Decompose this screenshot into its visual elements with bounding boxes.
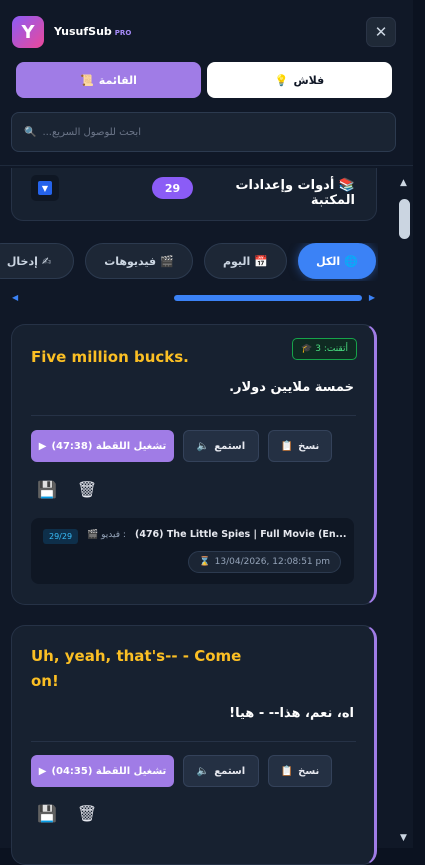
chevron-down-icon: ▼ (38, 181, 52, 195)
save-icon[interactable]: 💾 (35, 801, 59, 825)
library-tools-title: 📚 أدوات وإعدادات المكتبة (200, 178, 355, 208)
search-bar: 🔍 (11, 112, 396, 152)
close-icon: ✕ (374, 23, 388, 41)
tab-list[interactable]: 📜 القائمة (16, 62, 201, 98)
app-logo: Y (12, 16, 44, 48)
filter-videos[interactable]: فيديوهات 🎬 (85, 243, 193, 279)
play-clip-button[interactable]: ▶ تشغيل اللقطة (47:38) (31, 430, 174, 462)
source-type: 🎬 فيديو : (87, 530, 126, 540)
items-count-badge: 29 (152, 177, 193, 199)
scroll-icon: 📜 (80, 73, 94, 87)
pro-label: PRO (114, 29, 132, 37)
filters-scroll-thumb[interactable] (174, 295, 362, 301)
filter-videos-label: فيديوهات (104, 254, 157, 268)
speaker-icon: 🔈 (196, 765, 210, 777)
search-icon: 🔍 (24, 126, 37, 138)
trash-icon[interactable]: 🗑 (75, 477, 99, 501)
app-name: YusufSub PRO (54, 25, 132, 38)
copy-label: نسخ (298, 440, 320, 452)
filter-chips: الكل 🌐 اليوم 📅 فيديوهات 🎬 إدخال ✍ (0, 243, 378, 281)
tab-flash[interactable]: 💡 فلاش (207, 62, 392, 98)
calendar-icon: 📅 (254, 254, 269, 268)
listen-button[interactable]: 🔈 استمع (183, 755, 259, 787)
save-icon[interactable]: 💾 (35, 477, 59, 501)
trash-icon[interactable]: 🗑 (75, 801, 99, 825)
lightbulb-icon: 💡 (274, 73, 289, 87)
tools-dropdown-button[interactable]: ▼ (31, 175, 59, 201)
hourglass-icon: ⌛ (199, 557, 211, 567)
graduation-cap-icon: 🎓 (301, 344, 313, 354)
card-divider (31, 415, 356, 416)
tab-flash-label: فلاش (293, 73, 325, 87)
scroll-right-icon[interactable]: ▶ (365, 293, 375, 303)
play-icon: ▶ (38, 440, 47, 452)
filter-today[interactable]: اليوم 📅 (204, 243, 287, 279)
scroll-up-icon[interactable]: ▲ (400, 178, 407, 188)
timestamp-badge: ⌛ 13/04/2026, 12:08:51 pm (188, 551, 341, 573)
books-icon: 📚 (338, 178, 355, 193)
header-divider (0, 165, 413, 166)
play-clip-label: تشغيل اللقطة (04:35) (51, 765, 167, 777)
filter-all-label: الكل (316, 254, 341, 268)
listen-label: استمع (214, 440, 246, 452)
copy-label: نسخ (298, 765, 320, 777)
english-sentence: Uh, yeah, that's-- - Come on! (31, 647, 242, 690)
close-button[interactable]: ✕ (366, 17, 396, 47)
filters-scrollbar[interactable]: ◀ ▶ (12, 293, 375, 303)
arabic-translation: اه، نعم، هذا-- - هيا! (229, 706, 354, 721)
filter-all[interactable]: الكل 🌐 (298, 243, 376, 279)
sentence-card: Uh, yeah, that's-- - Come on! اه، نعم، ه… (11, 625, 377, 865)
learned-badge: أتقنت: 3 🎓 (292, 338, 357, 360)
source-info: 29/29 🎬 فيديو : (476) The Little Spies |… (31, 518, 354, 584)
play-clip-button[interactable]: ▶ تشغيل اللقطة (04:35) (31, 755, 174, 787)
library-tools-label: أدوات وإعدادات المكتبة (235, 178, 355, 208)
copy-button[interactable]: 📋 نسخ (268, 755, 332, 787)
learned-count: أتقنت: 3 (315, 344, 348, 354)
vertical-scroll-thumb[interactable] (399, 199, 410, 239)
filter-input-label: إدخال (6, 254, 38, 268)
clapper-icon: 🎬 (160, 254, 174, 268)
globe-icon: 🌐 (344, 254, 358, 268)
search-input[interactable] (42, 126, 383, 138)
scroll-down-icon[interactable]: ▼ (400, 833, 407, 843)
card-divider (31, 741, 356, 742)
speaker-icon: 🔈 (196, 440, 210, 452)
timestamp-text: 13/04/2026, 12:08:51 pm (214, 557, 330, 567)
arabic-translation: خمسة ملايين دولار. (229, 380, 354, 395)
clipboard-icon: 📋 (280, 440, 294, 452)
filter-input[interactable]: إدخال ✍ (0, 243, 74, 279)
sidebar-panel: Y YusufSubPRO ✕ 📜 القائمة 💡 فلاش 🔍 ▼ 29 … (0, 0, 413, 865)
copy-button[interactable]: 📋 نسخ (268, 430, 332, 462)
clapper-icon: 🎬 (87, 530, 99, 540)
source-title[interactable]: (476) The Little Spies | Full Movie (En.… (135, 529, 347, 540)
listen-button[interactable]: 🔈 استمع (183, 430, 259, 462)
sentence-card: أتقنت: 3 🎓 Five million bucks. خمسة ملاي… (11, 324, 377, 605)
play-icon: ▶ (38, 765, 47, 777)
english-sentence: Five million bucks. (31, 348, 189, 366)
listen-label: استمع (214, 765, 246, 777)
writing-hand-icon: ✍ (41, 254, 52, 268)
source-progress-badge: 29/29 (43, 529, 79, 544)
play-clip-label: تشغيل اللقطة (47:38) (51, 440, 167, 452)
filter-today-label: اليوم (222, 254, 251, 268)
scroll-left-icon[interactable]: ◀ (12, 293, 22, 303)
clipboard-icon: 📋 (280, 765, 294, 777)
tab-list-label: القائمة (98, 73, 137, 87)
